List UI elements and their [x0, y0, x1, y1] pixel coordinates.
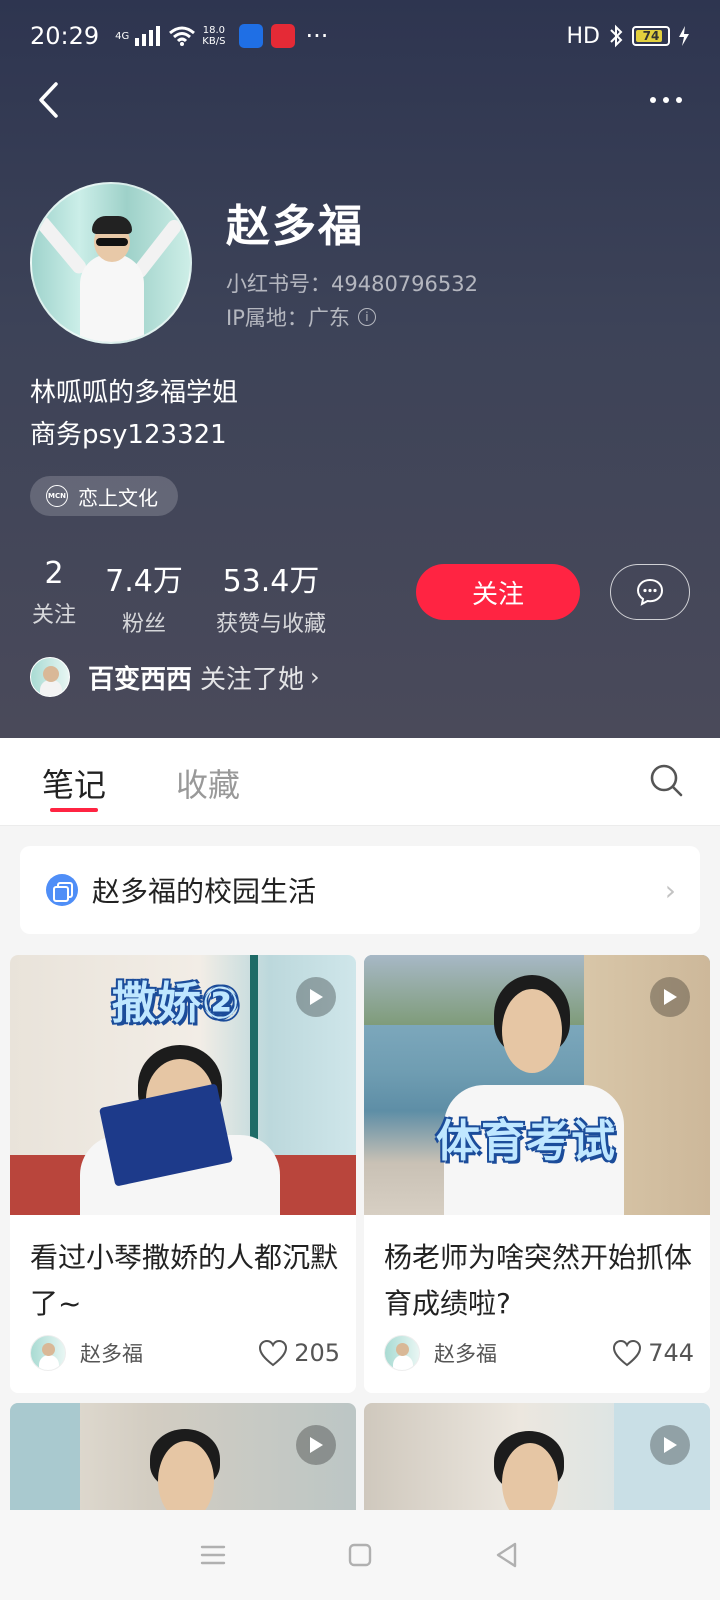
profile-header: 20:29 4G 18.0 KB/S ··· HD 74 赵多福 小红书号：494…	[0, 0, 720, 738]
play-icon	[664, 1437, 677, 1453]
collection-card[interactable]: 赵多福的校园生活 ›	[20, 846, 700, 934]
note-overlay-text: 撒娇②	[112, 978, 241, 1029]
bio-line-2: 商务psy123321	[30, 420, 227, 450]
note-footer: 赵多福 205	[30, 1333, 340, 1373]
status-time: 20:29	[30, 22, 100, 50]
chevron-right-icon: ›	[310, 663, 320, 691]
chat-bubble-icon	[636, 578, 664, 606]
note-card[interactable]: 体育考试 杨老师为啥突然开始抓体育成绩啦? 赵多福 744	[364, 955, 710, 1393]
note-thumbnail	[10, 1403, 356, 1523]
home-button[interactable]	[336, 1531, 384, 1579]
back-button[interactable]	[28, 78, 68, 122]
play-icon	[310, 1437, 323, 1453]
stat-fans-num: 7.4万	[105, 564, 183, 599]
author-name[interactable]: 赵多福	[80, 1338, 143, 1368]
stat-following[interactable]: 2 关注	[30, 556, 78, 629]
battery-icon: 74	[632, 26, 670, 46]
system-nav-bar	[0, 1510, 720, 1600]
profile-id: 小红书号：49480796532	[226, 272, 478, 296]
bio-line-1: 林呱呱的多福学姐	[30, 378, 239, 408]
stat-fans[interactable]: 7.4万 粉丝	[104, 556, 184, 638]
signal-icon	[135, 26, 161, 46]
like-count: 205	[294, 1339, 340, 1367]
note-thumbnail: 体育考试	[364, 955, 710, 1215]
net-speed-value: 18.0	[202, 25, 225, 36]
message-button[interactable]	[610, 564, 690, 620]
note-card[interactable]: 撒娇② 看过小琴撒娇的人都沉默了~ 赵多福 205	[10, 955, 356, 1393]
followed-by-row[interactable]: 百变西西 关注了她 ›	[30, 656, 320, 698]
network-type: 4G	[115, 30, 130, 42]
net-speed: 18.0 KB/S	[202, 25, 225, 47]
tab-notes[interactable]: 笔记	[42, 760, 106, 806]
stat-fans-label: 粉丝	[121, 612, 166, 637]
play-button[interactable]	[650, 1425, 690, 1465]
note-thumbnail	[364, 1403, 710, 1523]
status-more: ···	[305, 22, 329, 50]
app-notification-icon-1	[239, 24, 264, 48]
author-avatar[interactable]	[30, 1335, 66, 1371]
back-arrow-icon	[39, 82, 58, 118]
home-square-icon	[348, 1543, 372, 1567]
stat-likes[interactable]: 53.4万 获赞与收藏	[210, 556, 332, 638]
play-icon	[664, 989, 677, 1005]
like-button[interactable]: 205	[258, 1339, 340, 1367]
stat-likes-num: 53.4万	[222, 564, 320, 599]
mcn-icon: MCN	[46, 485, 68, 507]
search-button[interactable]	[646, 760, 686, 800]
stat-likes-label: 获赞与收藏	[215, 612, 326, 637]
menu-button[interactable]	[189, 1531, 237, 1579]
mcn-name: 恋上文化	[78, 485, 158, 510]
charging-icon	[679, 26, 689, 46]
profile-avatar[interactable]	[30, 182, 192, 344]
play-button[interactable]	[296, 1425, 336, 1465]
app-notification-icon-2	[271, 24, 296, 48]
more-dots-icon	[650, 97, 656, 103]
note-title: 杨老师为啥突然开始抓体育成绩啦?	[384, 1241, 693, 1320]
hd-indicator: HD	[566, 23, 600, 49]
status-right: HD 74	[567, 24, 690, 49]
heart-icon	[259, 1339, 288, 1367]
net-speed-unit: KB/S	[202, 36, 226, 47]
followed-by-avatar	[30, 657, 70, 697]
profile-ip-label: IP属地：广东	[226, 306, 350, 330]
note-footer: 赵多福 744	[384, 1333, 694, 1373]
more-button[interactable]	[638, 80, 694, 120]
follow-button[interactable]: 关注	[416, 564, 580, 620]
like-button[interactable]: 744	[612, 1339, 694, 1367]
note-title: 看过小琴撒娇的人都沉默了~	[30, 1241, 339, 1320]
wifi-icon	[169, 26, 196, 46]
bluetooth-icon	[610, 24, 623, 48]
search-icon	[650, 764, 683, 797]
mcn-tag[interactable]: MCN 恋上文化	[30, 476, 178, 516]
collection-icon	[46, 874, 78, 906]
author-avatar[interactable]	[384, 1335, 420, 1371]
note-thumbnail: 撒娇②	[10, 955, 356, 1215]
info-icon[interactable]: i	[357, 308, 376, 326]
stat-following-num: 2	[44, 556, 64, 591]
play-button[interactable]	[650, 977, 690, 1017]
note-card[interactable]	[10, 1403, 356, 1523]
followed-by-text: 关注了她	[200, 664, 305, 695]
back-triangle-icon	[496, 1542, 516, 1568]
author-name[interactable]: 赵多福	[434, 1338, 497, 1368]
chevron-right-icon: ›	[664, 873, 676, 907]
play-icon	[310, 989, 323, 1005]
stat-following-label: 关注	[31, 603, 76, 628]
note-overlay-text: 体育考试	[436, 1116, 616, 1167]
followed-by-name: 百变西西	[88, 664, 193, 695]
like-count: 744	[648, 1339, 694, 1367]
menu-icon	[201, 1545, 226, 1565]
profile-name: 赵多福	[226, 201, 364, 252]
system-back-button[interactable]	[483, 1531, 531, 1579]
content-tabs: 笔记 收藏	[0, 738, 720, 826]
collection-title: 赵多福的校园生活	[92, 875, 317, 908]
heart-icon	[613, 1339, 642, 1367]
active-tab-indicator	[50, 808, 98, 812]
note-card[interactable]	[364, 1403, 710, 1523]
profile-ip: IP属地：广东 i	[226, 302, 376, 332]
battery-level: 74	[642, 29, 660, 43]
tab-collections[interactable]: 收藏	[176, 760, 240, 806]
status-bar: 20:29 4G 18.0 KB/S ··· HD 74	[0, 0, 720, 72]
play-button[interactable]	[296, 977, 336, 1017]
